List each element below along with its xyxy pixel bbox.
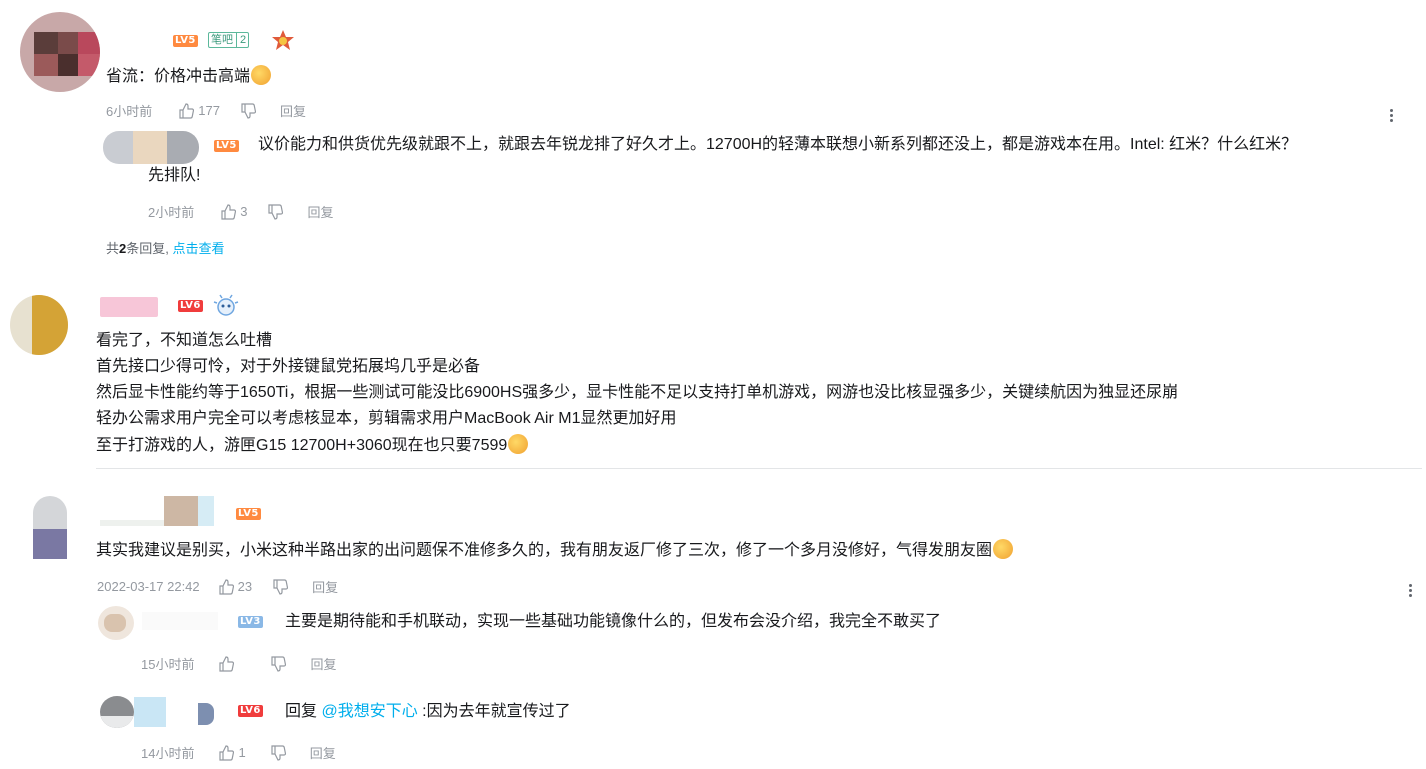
like-count: 1 (238, 745, 246, 760)
like-count: 23 (237, 579, 253, 594)
comment-meta: 6小时前 177 回复 (106, 101, 306, 120)
reply-button[interactable]: 回复 (310, 743, 336, 762)
reply-time: 15小时前 (141, 657, 195, 672)
comment-text-line-4: 轻办公需求用户完全可以考虑核显本，剪辑需求用户MacBook Air M1显然更… (96, 410, 677, 427)
more-vertical-icon[interactable] (1409, 582, 1413, 599)
reply-prefix: 回复 (285, 703, 318, 720)
comment-text-line-2: 首先接口少得可怜，对于外接键鼠党拓展坞几乎是必备 (96, 358, 481, 375)
reply-text: 主要是期待能和手机联动，实现一些基础功能镜像什么的，但发布会没介绍，我完全不敢买… (285, 613, 942, 630)
fan-medal-name: 笔吧 (211, 34, 233, 46)
level-badge: LV6 (178, 300, 203, 312)
medal-icon (270, 29, 296, 51)
like-button[interactable]: 3 (220, 203, 248, 220)
avatar[interactable] (33, 496, 67, 562)
reply-text: 回复 @我想安下心 :因为去年就宣传过了 (285, 700, 571, 724)
reply-button[interactable]: 回复 (280, 101, 306, 120)
username-blurred[interactable] (134, 697, 218, 727)
thumb-down-icon[interactable] (272, 578, 289, 595)
like-button[interactable]: 177 (178, 102, 220, 119)
level-badge: LV5 (173, 35, 198, 47)
reply-meta: 2小时前 3 回复 (148, 202, 333, 221)
comment-time: 2022-03-17 22:42 (97, 579, 200, 594)
view-replies-link[interactable]: 点击查看 (173, 241, 225, 256)
replies-summary: 共2条回复, 点击查看 (106, 241, 225, 256)
reply-text: 议价能力和供货优先级就跟不上，就跟去年锐龙排了好久才上。12700H的轻薄本联想… (258, 136, 1298, 153)
reply-body: :因为去年就宣传过了 (422, 703, 571, 720)
level-badge: LV6 (238, 705, 263, 717)
emoji-icon (251, 65, 272, 85)
fan-medal-badge[interactable]: 笔吧 2 (208, 32, 250, 48)
thumb-up-icon (219, 744, 235, 761)
comment-text-line-1: 看完了，不知道怎么吐槽 (96, 332, 273, 349)
comment-text-line-3: 然后显卡性能约等于1650Ti，根据一些测试可能没比6900HS强多少，显卡性能… (96, 384, 1179, 401)
reply-meta: 14小时前 1 回复 (141, 743, 336, 762)
thumb-down-icon[interactable] (270, 655, 287, 672)
like-count: 3 (240, 204, 248, 219)
reply-meta: 15小时前 回复 (141, 654, 336, 673)
level-badge: LV3 (238, 616, 263, 628)
thumb-down-icon[interactable] (240, 102, 256, 119)
fan-medal-level: 2 (236, 33, 246, 47)
avatar[interactable] (103, 131, 199, 164)
comment-meta: 2022-03-17 22:42 23 回复 (97, 577, 338, 596)
thumb-down-icon[interactable] (270, 744, 286, 761)
avatar[interactable] (20, 12, 100, 92)
pendant-icon (213, 294, 239, 318)
reply-button[interactable]: 回复 (307, 202, 333, 221)
username-blurred[interactable] (100, 496, 216, 526)
mention-link[interactable]: @我想安下心 (321, 703, 417, 720)
comment-text: 其实我建议是别买，小米这种半路出家的出问题保不准修多久的，我有朋友返厂修了三次，… (96, 538, 1014, 563)
thumb-up-icon (221, 203, 237, 220)
level-badge: LV5 (214, 140, 239, 152)
thumb-down-icon[interactable] (267, 203, 284, 220)
like-count: 177 (198, 103, 220, 118)
thumb-up-icon (219, 655, 235, 672)
emoji-icon (993, 539, 1014, 559)
like-button[interactable]: 23 (218, 578, 253, 595)
thumb-up-icon (219, 578, 234, 595)
username-blurred[interactable] (100, 297, 158, 317)
divider (96, 468, 1422, 469)
reply-time: 2小时前 (148, 205, 195, 220)
emoji-icon (508, 434, 529, 454)
level-badge: LV5 (236, 508, 261, 520)
reply-button[interactable]: 回复 (312, 577, 338, 596)
comment-text: 省流：价格冲击高端 (106, 64, 272, 89)
reply-text-continued: 先排队! (148, 167, 201, 184)
username-blurred[interactable] (142, 612, 218, 630)
avatar[interactable] (100, 696, 134, 728)
like-button[interactable] (218, 655, 238, 672)
comment-text-line-5: 至于打游戏的人，游匣G15 12700H+3060现在也只要7599 (96, 434, 529, 458)
comment-time: 6小时前 (106, 104, 153, 119)
thumb-up-icon (179, 102, 195, 119)
reply-time: 14小时前 (141, 746, 195, 761)
avatar[interactable] (98, 606, 134, 640)
more-vertical-icon[interactable] (1390, 107, 1394, 124)
reply-button[interactable]: 回复 (310, 654, 336, 673)
avatar[interactable] (10, 295, 68, 355)
like-button[interactable]: 1 (218, 744, 246, 761)
